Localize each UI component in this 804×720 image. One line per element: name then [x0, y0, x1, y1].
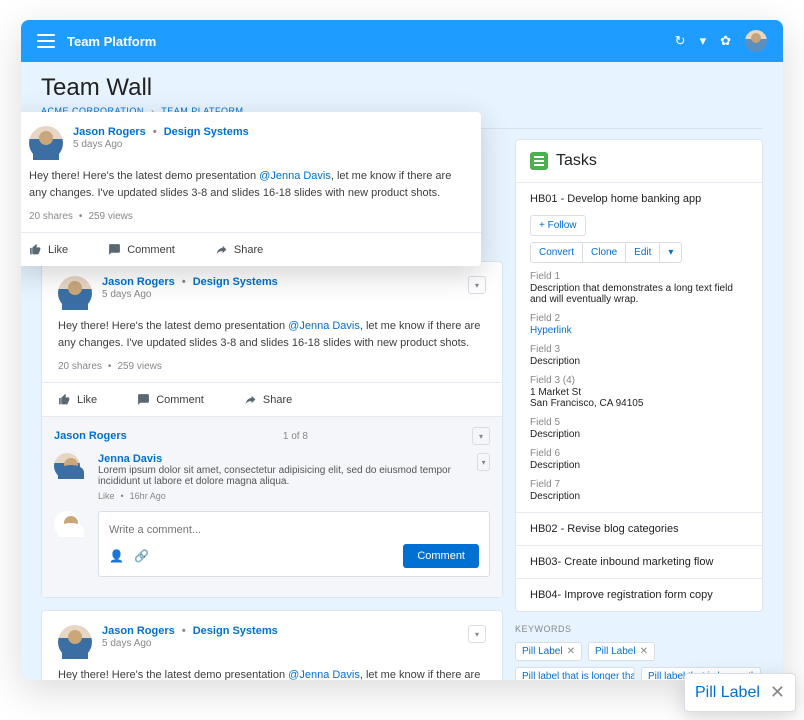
post-menu-button[interactable]: ▾: [468, 276, 486, 294]
task-item[interactable]: HB02 - Revise blog categories: [516, 513, 762, 546]
mention[interactable]: @Jenna Davis: [288, 320, 360, 332]
field-label: Field 7: [530, 479, 748, 490]
author-category[interactable]: Design Systems: [164, 126, 249, 138]
task-item[interactable]: HB04- Improve registration form copy: [516, 579, 762, 611]
field-value: Description: [530, 356, 748, 367]
more-actions-button[interactable]: ▾: [660, 242, 682, 263]
keyword-pill[interactable]: Pill label that is longer than t...✕: [515, 667, 635, 680]
field-label: Field 6: [530, 448, 748, 459]
tasks-icon: [530, 152, 548, 170]
menu-icon[interactable]: [37, 34, 55, 48]
self-avatar: [54, 511, 80, 537]
comments-menu-button[interactable]: ▾: [472, 427, 490, 445]
keywords-label: KEYWORDS: [515, 624, 763, 634]
comments-panel: Jason Rogers 1 of 8 ▾ Jenna Davis Lorem …: [42, 416, 502, 597]
comment-like[interactable]: Like: [98, 491, 115, 501]
comment-text: Lorem ipsum dolor sit amet, consectetur …: [98, 465, 469, 487]
comment-item: Jenna Davis Lorem ipsum dolor sit amet, …: [54, 453, 490, 501]
comment-button[interactable]: Comment: [108, 243, 175, 256]
share-button[interactable]: Share: [215, 243, 263, 256]
like-button[interactable]: Like: [58, 393, 97, 406]
author-name[interactable]: Jason Rogers: [102, 276, 175, 288]
comment-composer: 👤 🔗 Comment: [98, 511, 490, 577]
comment-time: 16hr Ago: [130, 491, 166, 501]
mention[interactable]: @Jenna Davis: [288, 669, 360, 680]
field-label: Field 2: [530, 313, 748, 324]
comment-input[interactable]: [109, 524, 479, 536]
field-value: Description: [530, 491, 748, 502]
edit-button[interactable]: Edit: [626, 242, 660, 263]
commenter-name[interactable]: Jenna Davis: [98, 453, 469, 465]
attach-icon[interactable]: 🔗: [134, 549, 149, 563]
refresh-icon[interactable]: ↻: [675, 33, 686, 49]
post-meta: 20 shares•259 views: [42, 361, 502, 382]
convert-button[interactable]: Convert: [530, 242, 583, 263]
field-label: Field 3: [530, 344, 748, 355]
post-body: Hey there! Here's the latest demo presen…: [42, 667, 502, 680]
comments-pager: 1 of 8: [283, 431, 308, 442]
clone-button[interactable]: Clone: [583, 242, 626, 263]
page-title: Team Wall: [41, 74, 763, 102]
post-menu-button[interactable]: ▾: [468, 625, 486, 643]
comments-author[interactable]: Jason Rogers: [54, 430, 127, 442]
author-category[interactable]: Design Systems: [193, 625, 278, 637]
author-name[interactable]: Jason Rogers: [73, 126, 146, 138]
filter-icon[interactable]: ▾: [700, 33, 707, 49]
gear-icon[interactable]: ✿: [720, 33, 731, 49]
follow-button[interactable]: + Follow: [530, 215, 586, 236]
comment-submit-button[interactable]: Comment: [403, 544, 479, 568]
comment-menu-button[interactable]: ▾: [477, 453, 490, 471]
post-body: Hey there! Here's the latest demo presen…: [21, 168, 481, 211]
tasks-title: Tasks: [556, 152, 597, 170]
app-header: Team Platform ↻ ▾ ✿: [21, 20, 783, 62]
like-button[interactable]: Like: [29, 243, 68, 256]
field-label: Field 5: [530, 417, 748, 428]
post-card-floating: Jason Rogers • Design Systems 5 days Ago…: [21, 112, 481, 266]
field-value[interactable]: Hyperlink: [530, 325, 748, 336]
floating-pill[interactable]: Pill Label ✕: [684, 673, 796, 712]
mention[interactable]: @Jenna Davis: [259, 170, 331, 182]
share-button[interactable]: Share: [244, 393, 292, 406]
field-value: Description: [530, 429, 748, 440]
field-label: Field 1: [530, 271, 748, 282]
floating-pill-label: Pill Label: [695, 684, 760, 702]
keyword-pill[interactable]: Pill Label✕: [588, 642, 655, 661]
field-value: 1 Market St San Francisco, CA 94105: [530, 387, 748, 409]
author-avatar[interactable]: [58, 625, 92, 659]
mention-icon[interactable]: 👤: [109, 549, 124, 563]
user-avatar[interactable]: [745, 30, 767, 52]
app-title: Team Platform: [67, 34, 156, 49]
task-name[interactable]: HB01 - Develop home banking app: [530, 193, 748, 205]
remove-pill-icon[interactable]: ✕: [640, 646, 648, 657]
task-item[interactable]: HB03- Create inbound marketing flow: [516, 546, 762, 579]
author-avatar[interactable]: [29, 126, 63, 160]
app-window: Team Platform ↻ ▾ ✿ Team Wall ACME CORPO…: [21, 20, 783, 680]
tasks-card: Tasks HB01 - Develop home banking app + …: [515, 139, 763, 612]
remove-pill-icon[interactable]: ✕: [567, 646, 575, 657]
comment-button[interactable]: Comment: [137, 393, 204, 406]
field-label: Field 3 (4): [530, 375, 748, 386]
post-meta: 20 shares•259 views: [21, 211, 481, 232]
author-name[interactable]: Jason Rogers: [102, 625, 175, 637]
post-time: 5 days Ago: [102, 638, 278, 649]
post-card: Jason Rogers • Design Systems 5 days Ago…: [41, 261, 503, 598]
author-avatar[interactable]: [58, 276, 92, 310]
author-category[interactable]: Design Systems: [193, 276, 278, 288]
post-body: Hey there! Here's the latest demo presen…: [42, 318, 502, 361]
field-value: Description that demonstrates a long tex…: [530, 283, 748, 305]
post-time: 5 days Ago: [102, 289, 278, 300]
commenter-avatar[interactable]: [54, 453, 80, 479]
post-card: Jason Rogers • Design Systems 5 days Ago…: [41, 610, 503, 680]
keyword-pill[interactable]: Pill Label✕: [515, 642, 582, 661]
post-time: 5 days Ago: [73, 139, 249, 150]
field-value: Description: [530, 460, 748, 471]
task-item-expanded: HB01 - Develop home banking app + Follow…: [516, 183, 762, 513]
